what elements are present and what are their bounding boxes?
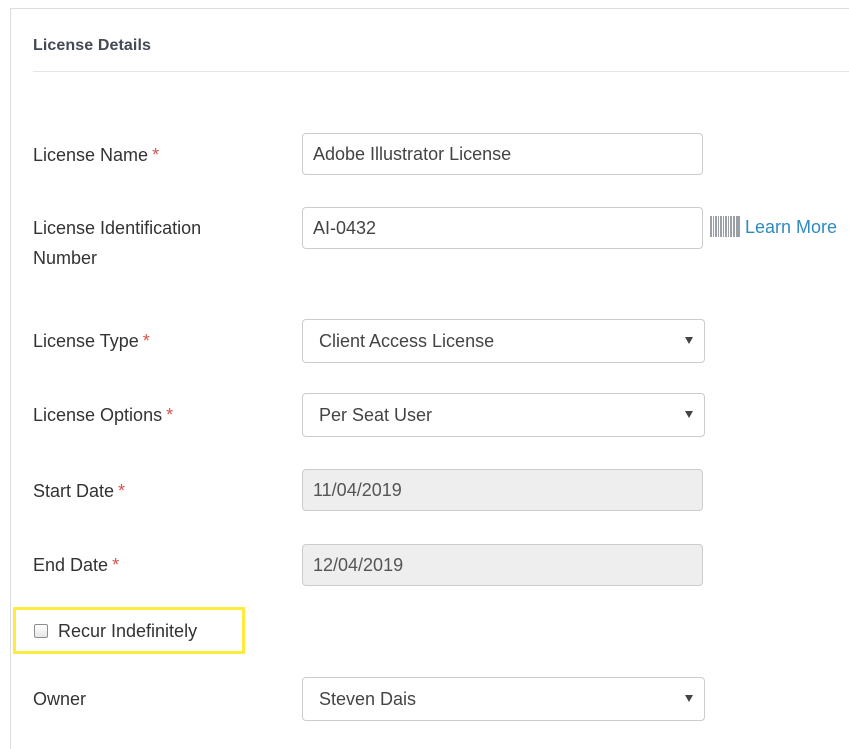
learn-more-link[interactable]: Learn More [745, 214, 837, 240]
end-date-label-text: End Date [33, 555, 109, 575]
license-options-value: Per Seat User [319, 405, 433, 425]
owner-label-text: Owner [33, 689, 87, 709]
recur-indefinitely-checkbox[interactable] [34, 624, 48, 638]
barcode-icon[interactable] [710, 216, 741, 237]
required-marker: * [112, 555, 120, 575]
license-type-label: License Type * [33, 326, 150, 356]
panel-divider [33, 71, 849, 72]
owner-value: Steven Dais [319, 689, 417, 709]
license-id-label: License Identification Number [33, 213, 201, 273]
caret-down-icon [685, 695, 693, 702]
license-name-label-text: License Name [33, 145, 149, 165]
license-type-value: Client Access License [319, 331, 495, 351]
start-date-input[interactable] [302, 469, 703, 511]
license-type-label-text: License Type [33, 331, 139, 351]
panel-title: License Details [33, 37, 151, 54]
license-options-select[interactable]: Per Seat User [302, 393, 705, 437]
end-date-input[interactable] [302, 544, 703, 586]
required-marker: * [166, 405, 174, 425]
required-marker: * [142, 331, 150, 351]
license-id-label-line2: Number [33, 248, 98, 268]
owner-select[interactable]: Steven Dais [302, 677, 705, 721]
caret-down-icon [685, 337, 693, 344]
required-marker: * [118, 481, 126, 501]
license-id-label-line1: License Identification [33, 218, 202, 238]
start-date-label-text: Start Date [33, 481, 115, 501]
start-date-label: Start Date * [33, 476, 125, 506]
license-options-label: License Options * [33, 400, 173, 430]
license-id-input[interactable] [302, 207, 703, 249]
owner-label: Owner [33, 684, 86, 714]
license-name-input[interactable] [302, 133, 703, 175]
caret-down-icon [685, 411, 693, 418]
recur-indefinitely-option[interactable]: Recur Indefinitely [34, 618, 197, 644]
end-date-label: End Date * [33, 550, 119, 580]
required-marker: * [152, 145, 160, 165]
license-type-select[interactable]: Client Access License [302, 319, 705, 363]
license-name-label: License Name * [33, 140, 159, 170]
recur-indefinitely-label: Recur Indefinitely [58, 620, 198, 641]
license-options-label-text: License Options [33, 405, 163, 425]
